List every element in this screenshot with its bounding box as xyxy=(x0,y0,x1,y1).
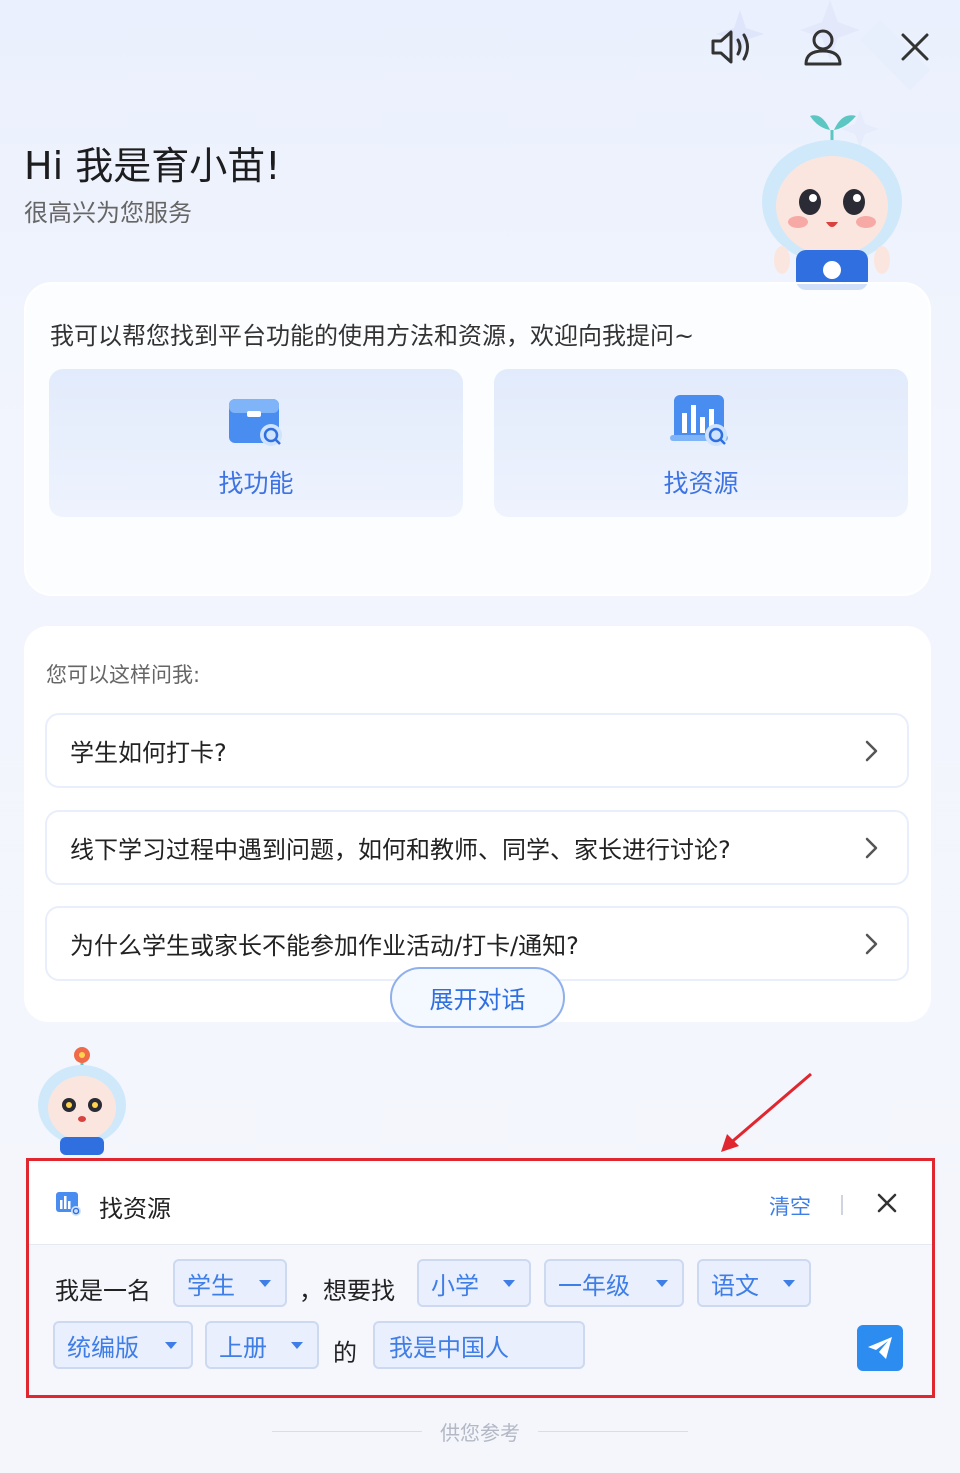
volume-value: 上册 xyxy=(219,1333,267,1362)
question-text: 为什么学生或家长不能参加作业活动/打卡/通知? xyxy=(70,932,579,960)
expand-conversation-button[interactable]: 展开对话 xyxy=(390,967,565,1028)
subject-dropdown[interactable]: 语文 xyxy=(697,1259,811,1307)
caret-down-icon xyxy=(656,1280,668,1287)
footer-divider-right xyxy=(538,1430,688,1432)
stage-dropdown[interactable]: 小学 xyxy=(417,1259,531,1307)
question-item[interactable]: 学生如何打卡? xyxy=(45,713,909,788)
suggested-questions-card: 您可以这样问我: 学生如何打卡? 线下学习过程中遇到问题，如何和教师、同学、家长… xyxy=(24,626,931,1022)
resource-search-panel: 找资源 清空 我是一名 学生 ，想要找 小学 一年级 语文 统编版 上册 的 我… xyxy=(26,1158,935,1398)
box-search-icon xyxy=(229,399,282,446)
role-value: 学生 xyxy=(187,1271,235,1300)
volume-dropdown[interactable]: 上册 xyxy=(205,1321,319,1369)
chart-search-icon xyxy=(670,395,728,446)
greeting-title: Hi 我是育小苗! xyxy=(24,144,281,188)
close-icon[interactable] xyxy=(873,1189,901,1217)
panel-header: 找资源 清空 xyxy=(29,1161,932,1245)
user-icon[interactable] xyxy=(800,24,846,70)
chevron-right-icon xyxy=(851,731,891,771)
speaker-icon[interactable] xyxy=(708,24,754,70)
footer-text: 供您参考 xyxy=(440,1420,520,1445)
mascot-avatar-large xyxy=(762,115,902,290)
stage-value: 小学 xyxy=(431,1271,479,1300)
caret-down-icon xyxy=(503,1280,515,1287)
grade-value: 一年级 xyxy=(558,1271,630,1300)
footer-note: 供您参考 xyxy=(0,1416,960,1446)
suggest-title: 您可以这样问我: xyxy=(46,663,201,687)
greeting-subtitle: 很高兴为您服务 xyxy=(24,199,192,227)
want-text: ，想要找 xyxy=(299,1277,395,1305)
chevron-right-icon xyxy=(851,828,891,868)
caret-down-icon xyxy=(783,1280,795,1287)
prefix-text: 我是一名 xyxy=(55,1277,151,1305)
caret-down-icon xyxy=(259,1280,271,1287)
top-toolbar xyxy=(708,24,938,70)
question-text: 线下学习过程中遇到问题，如何和教师、同学、家长进行讨论? xyxy=(70,836,731,864)
send-button[interactable] xyxy=(857,1325,903,1371)
question-text: 学生如何打卡? xyxy=(70,739,227,767)
keyword-input[interactable]: 我是中国人 xyxy=(373,1321,585,1369)
caret-down-icon xyxy=(291,1342,303,1349)
role-dropdown[interactable]: 学生 xyxy=(173,1259,287,1307)
find-resource-label: 找资源 xyxy=(663,469,739,498)
clear-button[interactable]: 清空 xyxy=(769,1191,811,1221)
caret-down-icon xyxy=(165,1342,177,1349)
find-resource-button[interactable]: 找资源 xyxy=(494,369,908,517)
grade-dropdown[interactable]: 一年级 xyxy=(544,1259,684,1307)
of-text: 的 xyxy=(333,1339,357,1367)
edition-dropdown[interactable]: 统编版 xyxy=(53,1321,193,1369)
find-function-label: 找功能 xyxy=(218,469,294,498)
intro-card: 我可以帮您找到平台功能的使用方法和资源，欢迎向我提问~ 找功能 找资源 xyxy=(24,282,931,596)
find-function-button[interactable]: 找功能 xyxy=(49,369,463,517)
chart-search-icon xyxy=(56,1192,81,1216)
question-item[interactable]: 线下学习过程中遇到问题，如何和教师、同学、家长进行讨论? xyxy=(45,810,909,885)
send-icon xyxy=(868,1337,892,1359)
annotation-arrow-icon xyxy=(721,1072,812,1152)
mascot-avatar-small xyxy=(38,1047,126,1155)
intro-text: 我可以帮您找到平台功能的使用方法和资源，欢迎向我提问~ xyxy=(50,322,695,350)
close-icon[interactable] xyxy=(892,24,938,70)
edition-value: 统编版 xyxy=(67,1333,139,1362)
header-divider xyxy=(841,1195,843,1215)
subject-value: 语文 xyxy=(711,1271,759,1300)
panel-title: 找资源 xyxy=(99,1195,171,1223)
chevron-right-icon xyxy=(851,924,891,964)
footer-divider-left xyxy=(272,1430,422,1432)
